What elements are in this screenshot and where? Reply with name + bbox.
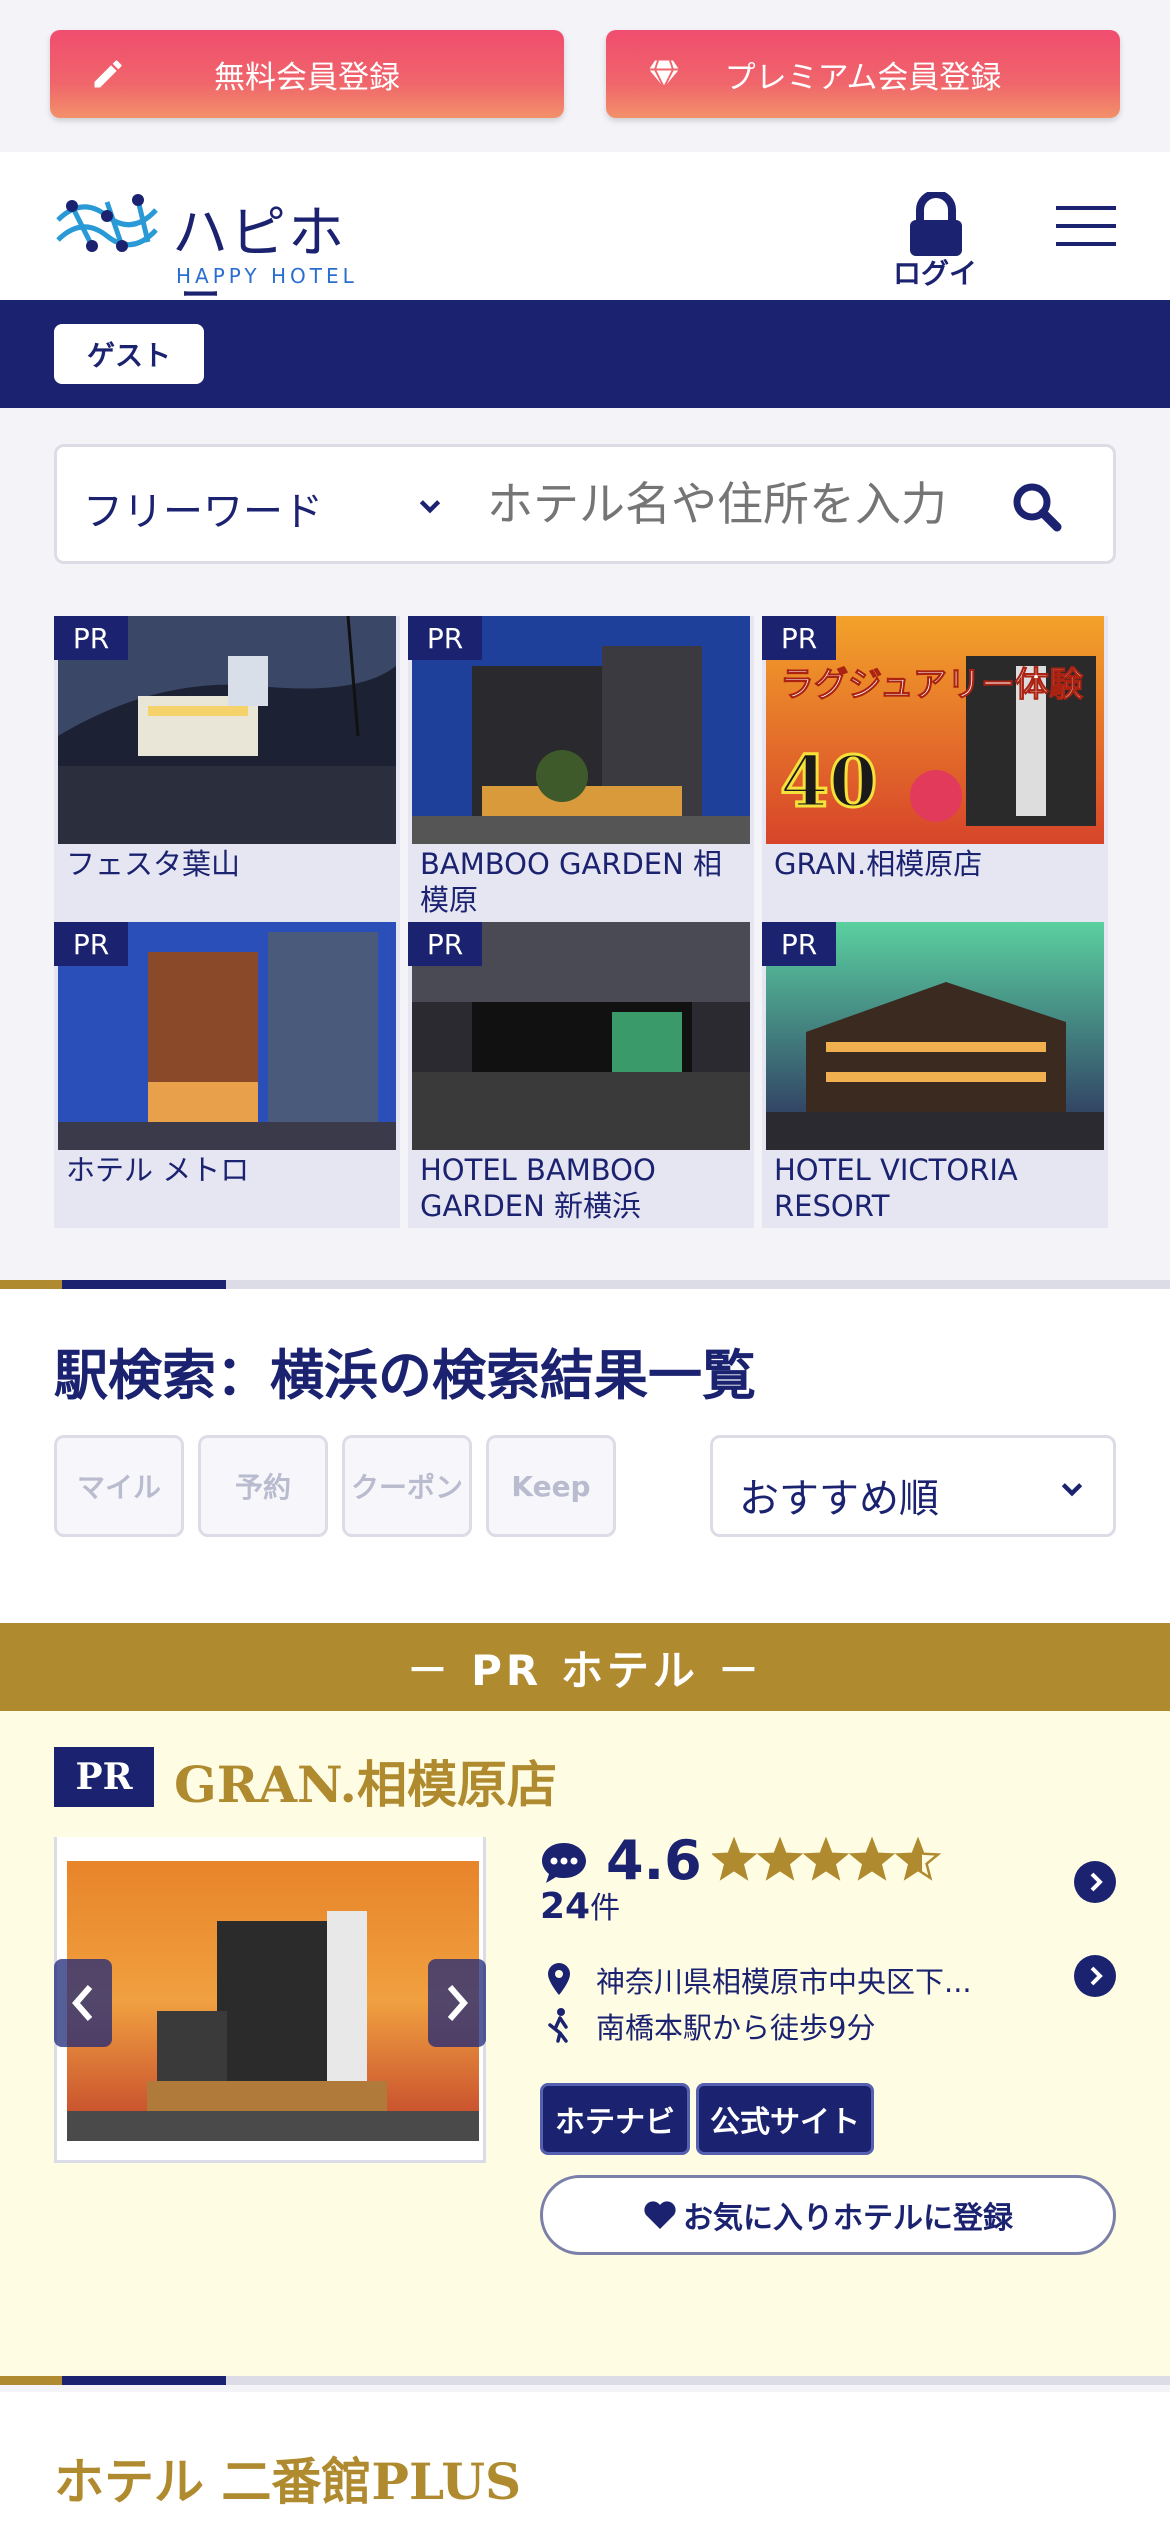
pr-tag: PR: [54, 616, 128, 660]
hotel-name[interactable]: GRAN.相模原店: [174, 1745, 557, 1817]
section-divider: [0, 1280, 1170, 1289]
pr-card[interactable]: ラグジュアリー体験 40 PR GRAN.相模原店: [762, 616, 1108, 922]
walking-icon: [548, 2008, 568, 2043]
filter-coupon-button[interactable]: クーポン: [342, 1435, 472, 1537]
hotel-photo: [67, 1861, 479, 2141]
menu-bar: [1056, 242, 1116, 246]
login-button[interactable]: ログイン: [880, 192, 990, 330]
pr-hotel-name: フェスタ葉山: [66, 847, 241, 881]
favorite-label: お気に入りホテルに登録: [683, 2201, 1013, 2236]
menu-bar: [1056, 224, 1116, 228]
free-signup-button[interactable]: 無料会員登録: [50, 30, 564, 118]
pr-tag: PR: [762, 922, 836, 966]
chat-bubble-icon: [542, 1843, 586, 1883]
sort-select[interactable]: おすすめ順: [710, 1435, 1116, 1537]
pr-card[interactable]: PR フェスタ葉山: [54, 616, 400, 922]
review-summary[interactable]: 4.6 24件: [540, 1829, 1120, 1927]
pr-tag: PR: [762, 616, 836, 660]
chevron-right-icon: [447, 1985, 468, 2021]
menu-button[interactable]: [1056, 206, 1116, 250]
pr-card[interactable]: PR ホテル メトロ: [54, 922, 400, 1228]
results-section: 駅検索：横浜の検索結果一覧 マイル 予約 クーポン Keep おすすめ順: [0, 1289, 1170, 1623]
pr-hotel-name: BAMBOO GARDEN 相模原: [420, 847, 723, 917]
hotel-list-item: ホテル 二番館PLUS: [0, 2392, 1170, 2532]
star-icon: [756, 1837, 804, 1881]
chevron-right-icon: [1090, 1966, 1103, 1986]
pr-tag: PR: [408, 616, 482, 660]
sort-value: おすすめ順: [739, 1476, 939, 1522]
pr-hotel-name: HOTEL BAMBOO GARDEN 新横浜: [420, 1153, 656, 1223]
chevron-left-icon: [72, 1985, 93, 2021]
svg-text:ラグジュアリー体験: ラグジュアリー体験: [780, 665, 1084, 705]
site-header: ハピホテ HAPPY HOTEL ログイン: [0, 152, 1170, 347]
section-divider: [0, 2376, 1170, 2385]
search-icon[interactable]: [1007, 477, 1067, 537]
pr-tag: PR: [408, 922, 482, 966]
star-icon: [848, 1837, 896, 1881]
search-type-select[interactable]: フリーワード: [83, 479, 323, 537]
rating-stars: [712, 1837, 942, 1881]
lock-icon: [910, 192, 962, 256]
pr-hotel-heading: － PR ホテル －: [0, 1623, 1170, 1711]
pr-hotel-name: ホテル メトロ: [66, 1153, 250, 1187]
guest-badge: ゲスト: [54, 324, 204, 384]
search-area: フリーワード: [0, 408, 1170, 600]
filter-reserve-button[interactable]: 予約: [198, 1435, 328, 1537]
official-site-button[interactable]: 公式サイト: [696, 2083, 874, 2155]
pr-card[interactable]: PR BAMBOO GARDEN 相模原: [408, 616, 754, 922]
pr-card[interactable]: PR HOTEL VICTORIA RESORT: [762, 922, 1108, 1228]
star-icon: [894, 1837, 942, 1881]
pr-tag: PR: [54, 922, 128, 966]
filter-keep-button[interactable]: Keep: [486, 1435, 616, 1537]
hotel-address: 神奈川県相模原市中央区下...: [596, 1965, 972, 1999]
star-icon: [712, 1837, 758, 1881]
hotel-gallery: [54, 1837, 486, 2163]
pr-hotel-name: GRAN.相模原店: [774, 847, 983, 881]
reviews-link-button[interactable]: [1074, 1861, 1116, 1903]
review-count-unit: 件: [590, 1891, 621, 1926]
map-pin-icon: [548, 1963, 570, 1995]
free-signup-label: 無料会員登録: [214, 59, 400, 96]
pr-badge: PR: [54, 1747, 154, 1807]
gallery-next-button[interactable]: [428, 1959, 486, 2047]
pr-card[interactable]: PR HOTEL BAMBOO GARDEN 新横浜: [408, 922, 754, 1228]
premium-signup-button[interactable]: プレミアム会員登録: [606, 30, 1120, 118]
logo-subtext: HAPPY HOTEL: [176, 264, 358, 288]
chevron-right-icon: [1090, 1872, 1103, 1892]
premium-signup-label: プレミアム会員登録: [724, 59, 1002, 96]
happy-hotel-logo[interactable]: ハピホテ HAPPY HOTEL: [52, 180, 392, 347]
hotel-access: 南橋本駅から徒歩9分: [596, 2011, 876, 2045]
user-status-bar: ゲスト: [0, 300, 1170, 408]
chevron-down-icon[interactable]: [417, 493, 443, 519]
review-count: 24件: [540, 1883, 620, 1927]
gallery-prev-button[interactable]: [54, 1959, 112, 2047]
star-icon: [802, 1837, 850, 1881]
diamond-icon: [649, 60, 679, 90]
page-title: 駅検索：横浜の検索結果一覧: [54, 1344, 756, 1407]
hotenavi-button[interactable]: ホテナビ: [540, 2083, 690, 2155]
menu-bar: [1056, 206, 1116, 210]
heart-icon: [644, 2201, 676, 2229]
member-bar: 無料会員登録 プレミアム会員登録: [0, 0, 1170, 152]
logo-mark-icon: [56, 194, 158, 252]
pr-hotel-name: HOTEL VICTORIA RESORT: [774, 1153, 1018, 1223]
rating-score: 4.6: [606, 1829, 702, 1892]
pencil-icon: [94, 60, 122, 88]
favorite-button[interactable]: お気に入りホテルに登録: [540, 2175, 1116, 2255]
svg-text:40: 40: [780, 740, 877, 823]
filter-mile-button[interactable]: マイル: [54, 1435, 184, 1537]
pr-hotel-card: PR GRAN.相模原店 4.6 24件 神奈川県相模原市中央区下... 南橋本…: [0, 1711, 1170, 2383]
chevron-down-icon: [1061, 1483, 1083, 1497]
map-link-button[interactable]: [1074, 1955, 1116, 1997]
search-box: フリーワード: [54, 444, 1116, 564]
search-input[interactable]: [487, 469, 1007, 539]
hotel-name[interactable]: ホテル 二番館PLUS: [54, 2442, 521, 2514]
review-count-value: 24: [540, 1886, 591, 1927]
